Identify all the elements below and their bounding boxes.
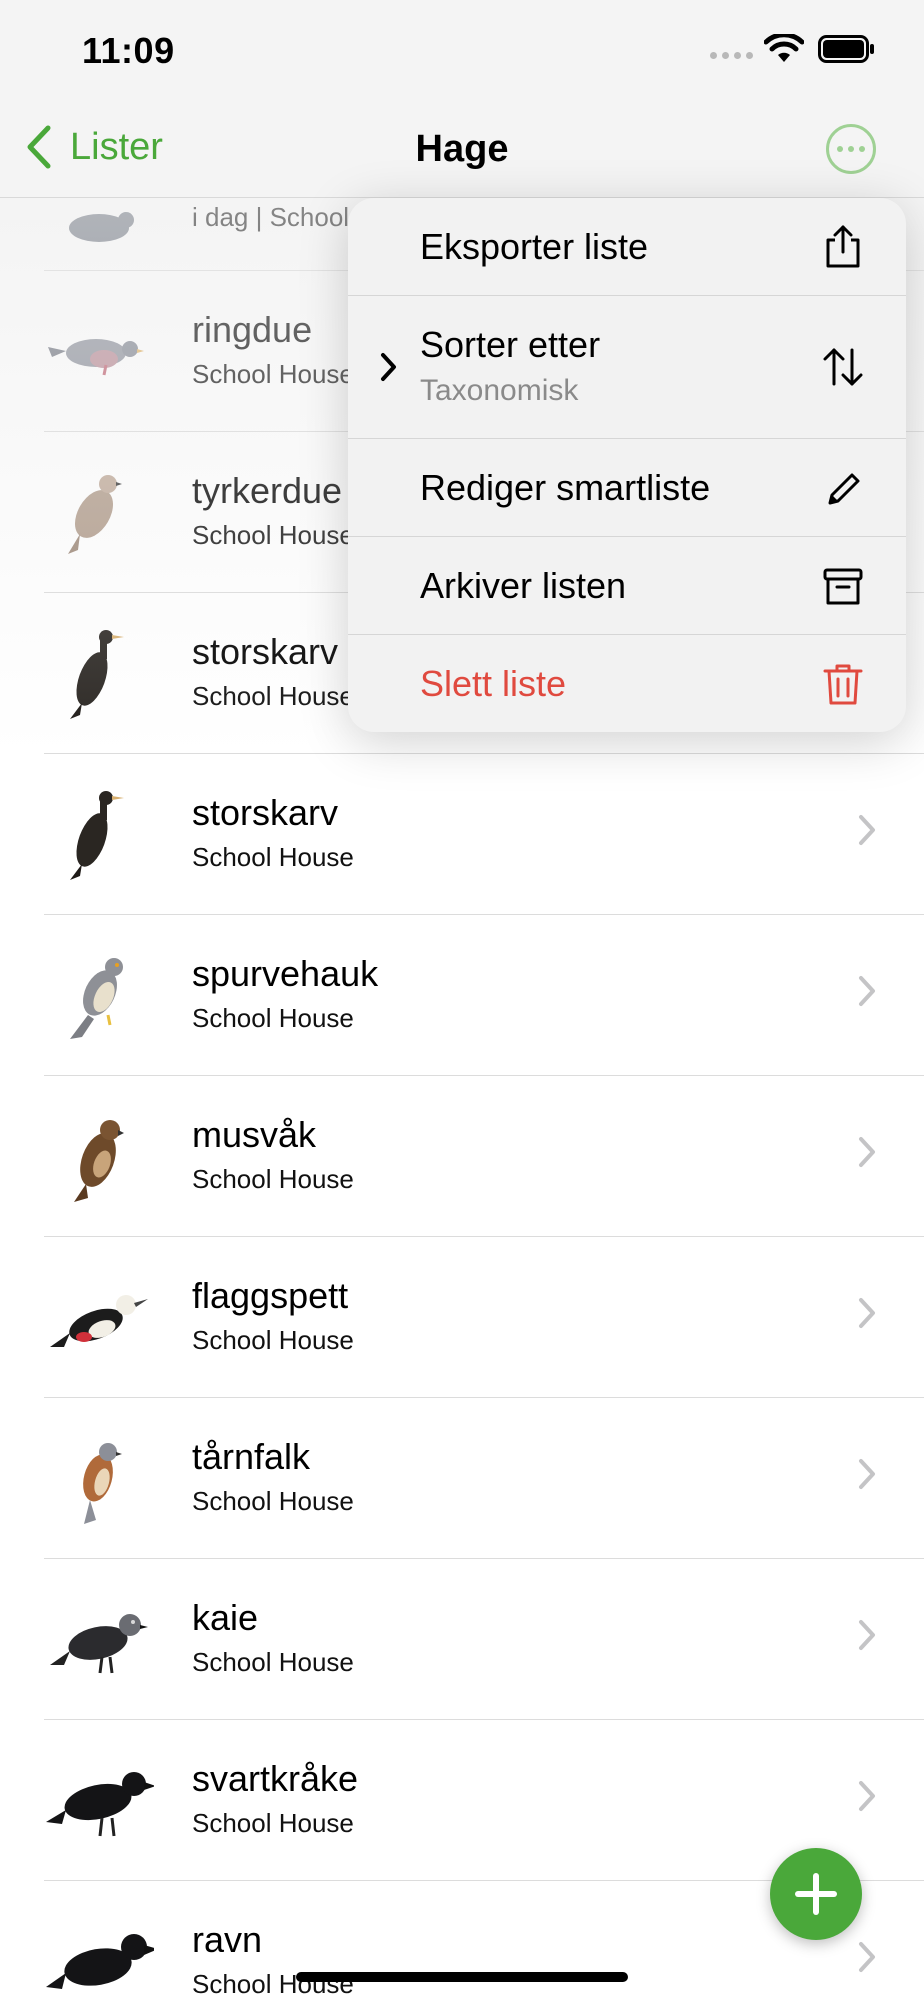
menu-item-archive[interactable]: Arkiver listen bbox=[348, 537, 906, 635]
kestrel-icon bbox=[83, 1443, 122, 1524]
chevron-right-icon bbox=[859, 1781, 875, 1811]
list-item-title: musvåk bbox=[192, 1114, 317, 1155]
chevron-right-icon bbox=[859, 976, 875, 1006]
menu-item-edit[interactable]: Rediger smartliste bbox=[348, 439, 906, 537]
jackdaw-icon bbox=[50, 1614, 148, 1674]
battery-icon bbox=[818, 35, 874, 63]
list-item[interactable]: tårnfalk School House bbox=[44, 1398, 924, 1559]
buzzard-icon bbox=[74, 1120, 124, 1202]
menu-item-label: Slett liste bbox=[420, 663, 567, 704]
trash-icon bbox=[823, 664, 863, 705]
list-item-title: storskarv bbox=[192, 792, 339, 833]
status-time: 11:09 bbox=[82, 30, 175, 71]
plus-icon bbox=[795, 1873, 837, 1915]
raven-icon bbox=[46, 1934, 154, 1989]
cormorant-icon bbox=[70, 630, 124, 719]
page-title: Hage bbox=[415, 128, 509, 170]
list-item-title: ringdue bbox=[192, 309, 313, 350]
list-item[interactable]: storskarv School House bbox=[44, 754, 924, 915]
list-item-subtitle: School House bbox=[192, 1808, 354, 1838]
menu-item-value: Taxonomisk bbox=[420, 374, 579, 407]
menu-item-sort[interactable]: Sorter etter Taxonomisk bbox=[348, 296, 906, 439]
cormorant-icon bbox=[70, 791, 124, 880]
menu-item-delete[interactable]: Slett liste bbox=[348, 635, 906, 732]
list-item-subtitle: School House bbox=[192, 1325, 354, 1355]
more-options-button[interactable] bbox=[826, 124, 876, 174]
navigation-bar: Lister Hage bbox=[0, 100, 924, 198]
list-item[interactable]: musvåk School House bbox=[44, 1076, 924, 1237]
menu-item-label: Arkiver listen bbox=[420, 565, 627, 606]
menu-item-label: Rediger smartliste bbox=[420, 467, 711, 508]
chevron-right-icon bbox=[381, 353, 396, 381]
menu-item-label: Sorter etter bbox=[420, 324, 601, 365]
list-item-subtitle: School House bbox=[192, 520, 354, 550]
menu-item-export[interactable]: Eksporter liste bbox=[348, 198, 906, 296]
list-item[interactable]: spurvehauk School House bbox=[44, 915, 924, 1076]
list-item[interactable]: kaie School House bbox=[44, 1559, 924, 1720]
woodpecker-icon bbox=[50, 1295, 148, 1347]
status-bar: 11:09 bbox=[0, 0, 924, 100]
wood-pigeon-icon bbox=[48, 339, 144, 376]
chevron-right-icon bbox=[859, 1942, 875, 1972]
pigeon-icon bbox=[69, 212, 134, 242]
list-item-subtitle: School House bbox=[192, 842, 354, 872]
list-item-subtitle: School House bbox=[192, 1647, 354, 1677]
list-item-title: flaggspett bbox=[192, 1275, 349, 1316]
chevron-right-icon bbox=[859, 815, 875, 845]
list-item-title: kaie bbox=[192, 1597, 259, 1638]
archive-box-icon bbox=[823, 568, 863, 605]
list-item-title: svartkråke bbox=[192, 1758, 359, 1799]
chevron-right-icon bbox=[859, 1137, 875, 1167]
menu-item-label: Eksporter liste bbox=[420, 226, 649, 267]
list-item-title: spurvehauk bbox=[192, 953, 379, 994]
chevron-right-icon bbox=[859, 1459, 875, 1489]
list-item-subtitle: School House bbox=[192, 359, 354, 389]
list-item-title: tyrkerdue bbox=[192, 470, 343, 511]
list-item-title: tårnfalk bbox=[192, 1436, 311, 1477]
collared-dove-icon bbox=[68, 475, 122, 554]
list-options-menu: Eksporter liste Sorter etter Taxonomisk … bbox=[348, 198, 906, 732]
cellular-signal-icon bbox=[710, 52, 753, 59]
list-item-title: ravn bbox=[192, 1919, 263, 1960]
list-item-subtitle: School House bbox=[192, 1003, 354, 1033]
add-sighting-button[interactable] bbox=[770, 1848, 862, 1940]
share-icon bbox=[826, 225, 860, 268]
list-item-subtitle: School House bbox=[192, 1164, 354, 1194]
list-item-title: storskarv bbox=[192, 631, 339, 672]
chevron-right-icon bbox=[859, 1298, 875, 1328]
home-indicator[interactable] bbox=[296, 1972, 628, 1982]
list-item-subtitle: School House bbox=[192, 681, 354, 711]
wifi-icon bbox=[764, 34, 804, 62]
list-item[interactable]: flaggspett School House bbox=[44, 1237, 924, 1398]
sort-arrows-icon bbox=[823, 348, 863, 386]
crow-icon bbox=[46, 1772, 154, 1837]
list-item-subtitle: School House bbox=[192, 1486, 354, 1516]
sparrowhawk-icon bbox=[70, 958, 123, 1039]
chevron-right-icon bbox=[859, 1620, 875, 1650]
pencil-icon bbox=[828, 473, 860, 505]
